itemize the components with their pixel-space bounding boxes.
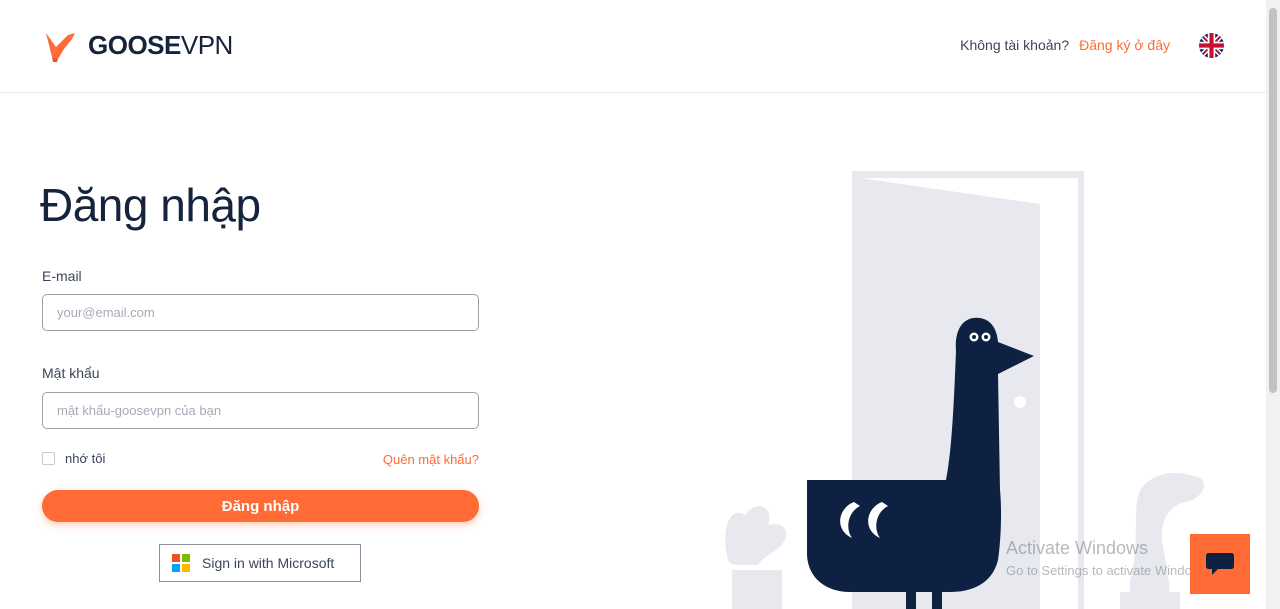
password-label: Mật khẩu xyxy=(42,365,100,381)
no-account-text: Không tài khoản? xyxy=(960,37,1070,53)
microsoft-button-label: Sign in with Microsoft xyxy=(202,555,335,571)
remember-checkbox[interactable] xyxy=(42,452,55,465)
site-header: GOOSEVPN Không tài khoản? Đăng ký ở đây xyxy=(0,0,1266,93)
forgot-password-link[interactable]: Quên mật khẩu? xyxy=(383,452,479,467)
microsoft-logo-icon xyxy=(172,554,190,572)
microsoft-signin-button[interactable]: Sign in with Microsoft xyxy=(159,544,361,582)
goose-leg-left xyxy=(906,585,916,609)
signup-link[interactable]: Đăng ký ở đây xyxy=(1079,37,1170,53)
signup-prompt: Không tài khoản? Đăng ký ở đây xyxy=(960,37,1170,53)
page-title: Đăng nhập xyxy=(40,179,261,231)
right-pot xyxy=(1120,592,1180,609)
chat-bubble-icon xyxy=(1206,553,1234,575)
login-button[interactable]: Đăng nhập xyxy=(42,490,479,522)
left-plant xyxy=(725,506,787,565)
door-knob xyxy=(1014,396,1026,408)
uk-flag-icon[interactable] xyxy=(1199,33,1224,58)
email-input[interactable] xyxy=(42,294,479,331)
goose-logo-icon xyxy=(46,33,75,62)
windows-activation-watermark: Activate Windows Go to Settings to activ… xyxy=(1006,538,1211,578)
remember-label: nhớ tôi xyxy=(65,451,106,466)
chat-button[interactable] xyxy=(1190,534,1250,594)
watermark-title: Activate Windows xyxy=(1006,538,1149,558)
left-pot xyxy=(732,570,782,609)
password-input[interactable] xyxy=(42,392,479,429)
logo-wordmark: GOOSEVPN xyxy=(88,29,233,60)
page-scrollbar[interactable] xyxy=(1266,0,1280,609)
goose-leg-right xyxy=(932,585,942,609)
remember-me[interactable]: nhớ tôi xyxy=(42,451,105,466)
goosevpn-logo[interactable]: GOOSEVPN xyxy=(42,27,233,63)
email-label: E-mail xyxy=(42,268,82,284)
watermark-subtitle: Go to Settings to activate Windows. xyxy=(1006,563,1212,578)
scrollbar-thumb[interactable] xyxy=(1269,8,1277,393)
